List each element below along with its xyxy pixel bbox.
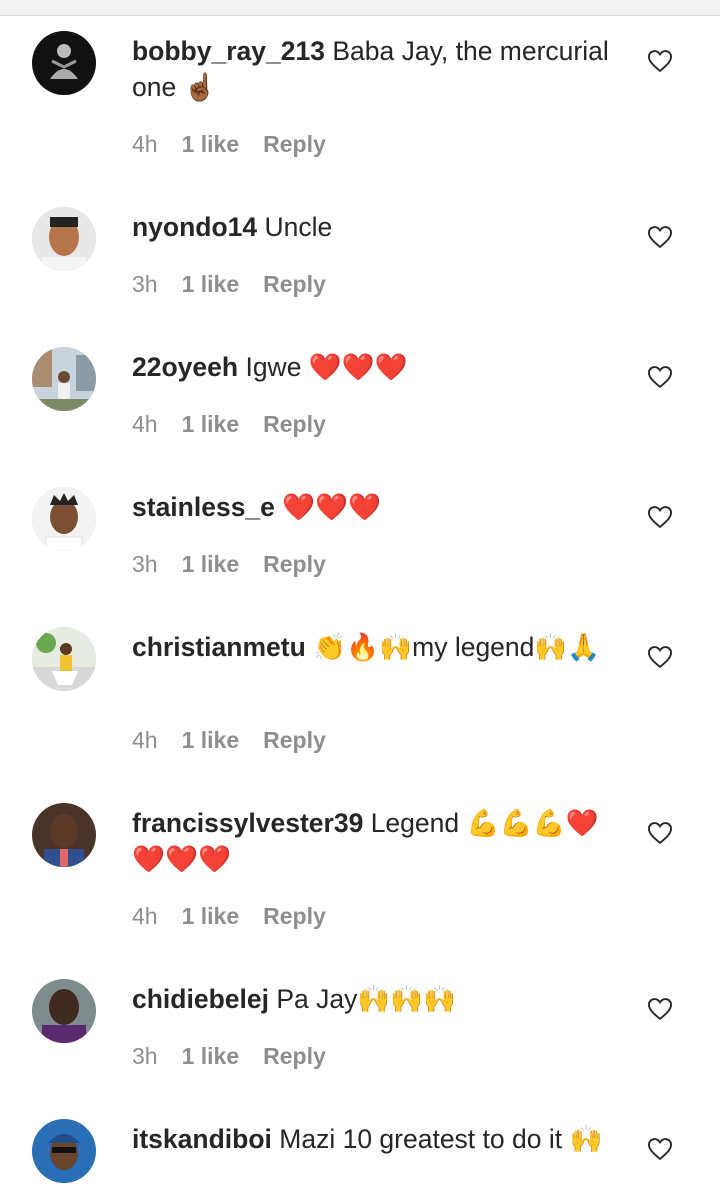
comment-meta: 3h 1 like Reply [132,271,326,298]
comment-text: Mazi 10 greatest to do it 🙌 [279,1124,603,1154]
comment-meta: 3h 1 like Reply [132,1043,326,1070]
comment-text-block: stainless_e ❤️❤️❤️ [132,489,617,525]
heart-icon[interactable] [646,363,674,391]
username[interactable]: stainless_e [132,492,275,522]
timestamp: 4h [132,131,158,157]
comment-meta: 4h 1 like Reply [132,903,326,930]
username[interactable]: francissylvester39 [132,808,363,838]
timestamp: 3h [132,551,158,577]
reply-button[interactable]: Reply [263,551,326,578]
username[interactable]: chidiebelej [132,984,269,1014]
avatar[interactable] [32,487,96,551]
username[interactable]: christianmetu [132,632,306,662]
comment-text: Igwe ❤️❤️❤️ [245,352,408,382]
username[interactable]: bobby_ray_213 [132,36,325,66]
avatar[interactable] [32,627,96,691]
like-count[interactable]: 1 like [182,727,240,754]
comment-text-block: chidiebelej Pa Jay🙌🙌🙌 [132,981,617,1017]
comment-meta: 4h 1 like Reply [132,131,326,158]
timestamp: 3h [132,1043,158,1069]
like-count[interactable]: 1 like [182,131,240,158]
heart-icon[interactable] [646,1135,674,1163]
comment-text: Uncle [264,212,333,242]
avatar[interactable] [32,207,96,271]
avatar[interactable] [32,1119,96,1183]
comment-meta: 4h 1 like Reply [132,727,326,754]
comment-item: itskandiboi Mazi 10 greatest to do it 🙌 [0,1119,720,1184]
comment-meta: 3h 1 like Reply [132,551,326,578]
comment-text: Pa Jay🙌🙌🙌 [276,984,457,1014]
avatar[interactable] [32,31,96,95]
reply-button[interactable]: Reply [263,903,326,930]
like-count[interactable]: 1 like [182,1043,240,1070]
like-count[interactable]: 1 like [182,411,240,438]
comment-text-block: nyondo14 Uncle [132,209,617,245]
like-count[interactable]: 1 like [182,903,240,930]
comment-text-block: itskandiboi Mazi 10 greatest to do it 🙌 [132,1121,617,1157]
reply-button[interactable]: Reply [263,131,326,158]
reply-button[interactable]: Reply [263,727,326,754]
like-count[interactable]: 1 like [182,551,240,578]
heart-icon[interactable] [646,995,674,1023]
comment-text-block: christianmetu 👏🔥🙌my legend🙌🙏 [132,629,617,665]
heart-icon[interactable] [646,643,674,671]
avatar[interactable] [32,347,96,411]
comment-text-block: 22oyeeh Igwe ❤️❤️❤️ [132,349,617,385]
like-count[interactable]: 1 like [182,271,240,298]
reply-button[interactable]: Reply [263,1043,326,1070]
username[interactable]: itskandiboi [132,1124,272,1154]
heart-icon[interactable] [646,47,674,75]
avatar[interactable] [32,803,96,867]
timestamp: 4h [132,903,158,929]
timestamp: 4h [132,411,158,437]
heart-icon[interactable] [646,223,674,251]
heart-icon[interactable] [646,503,674,531]
timestamp: 3h [132,271,158,297]
comment-meta: 4h 1 like Reply [132,411,326,438]
top-bar [0,0,720,16]
username[interactable]: nyondo14 [132,212,257,242]
comment-text: ❤️❤️❤️ [282,492,382,522]
comment-text: 👏🔥🙌my legend🙌🙏 [313,632,601,662]
heart-icon[interactable] [646,819,674,847]
comment-text-block: francissylvester39 Legend 💪💪💪❤️❤️❤️❤️ [132,805,617,877]
avatar[interactable] [32,979,96,1043]
timestamp: 4h [132,727,158,753]
comment-text-block: bobby_ray_213 Baba Jay, the mercurial on… [132,33,617,105]
username[interactable]: 22oyeeh [132,352,238,382]
reply-button[interactable]: Reply [263,411,326,438]
reply-button[interactable]: Reply [263,271,326,298]
